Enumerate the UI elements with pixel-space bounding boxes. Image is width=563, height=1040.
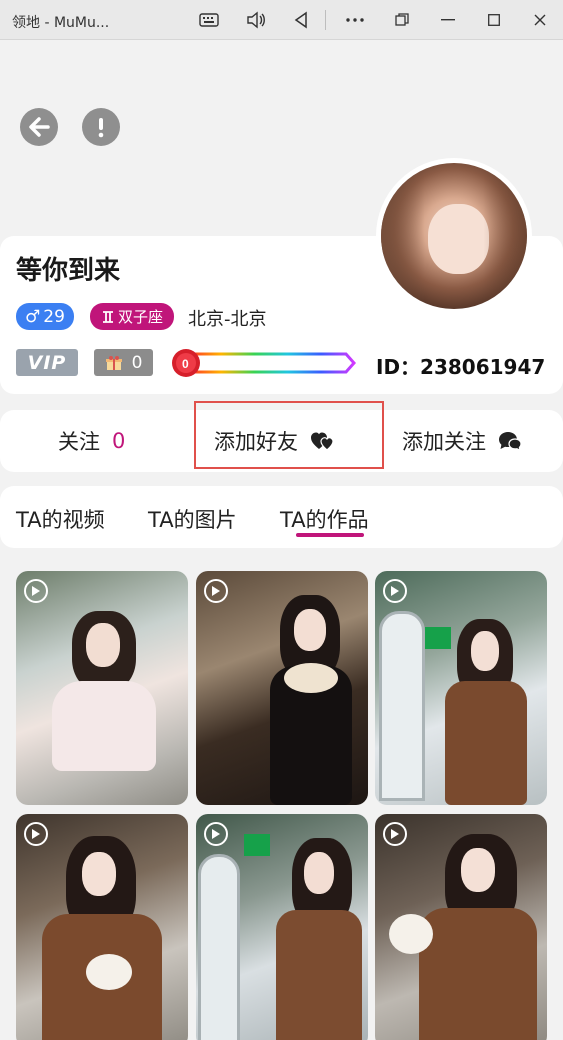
- zodiac-badge: 双子座: [90, 303, 174, 330]
- arrow-left-icon: [29, 117, 50, 137]
- more-icon[interactable]: [343, 8, 367, 32]
- restore-window-icon[interactable]: [390, 8, 414, 32]
- close-icon[interactable]: [528, 8, 552, 32]
- gift-badge: 0: [94, 349, 153, 376]
- play-icon: [204, 822, 228, 846]
- keyboard-icon[interactable]: [197, 8, 221, 32]
- window-titlebar: 领地 - MuMu...: [0, 0, 563, 40]
- minimize-icon[interactable]: [436, 8, 460, 32]
- maximize-icon[interactable]: [482, 8, 506, 32]
- video-thumbnail[interactable]: [375, 571, 547, 805]
- video-thumbnail[interactable]: [196, 571, 368, 805]
- report-button[interactable]: [82, 108, 120, 146]
- video-thumbnail[interactable]: [196, 814, 368, 1040]
- video-thumbnail[interactable]: [375, 814, 547, 1040]
- level-progress-bar: 0: [172, 349, 357, 377]
- tab-videos[interactable]: TA的视频: [16, 504, 105, 534]
- highlight-box: [194, 401, 384, 469]
- chat-bubble-icon: [499, 432, 522, 452]
- gift-count: 0: [131, 352, 143, 373]
- titlebar-divider: [325, 10, 326, 30]
- active-tab-indicator: [296, 533, 364, 537]
- window-title: 领地 - MuMu...: [12, 15, 110, 31]
- level-value: 0: [182, 357, 189, 371]
- play-icon: [383, 822, 407, 846]
- male-icon: ♂: [25, 306, 41, 327]
- follow-label: 关注: [58, 430, 100, 454]
- play-icon: [204, 579, 228, 603]
- follow-stat[interactable]: 关注 0: [58, 426, 125, 456]
- video-thumbnail[interactable]: [16, 571, 188, 805]
- user-id: ID：238061947: [376, 355, 546, 379]
- zodiac-label: 双子座: [117, 308, 163, 326]
- gemini-icon: [102, 310, 113, 323]
- tab-images[interactable]: TA的图片: [148, 504, 237, 534]
- exclamation-icon: [98, 118, 104, 138]
- avatar[interactable]: [376, 158, 532, 314]
- add-follow-label: 添加关注: [402, 430, 486, 454]
- play-icon: [24, 822, 48, 846]
- gender-age-badge: ♂ 29: [16, 303, 74, 330]
- play-icon: [383, 579, 407, 603]
- back-triangle-icon[interactable]: [289, 8, 313, 32]
- follow-count: 0: [112, 429, 126, 453]
- back-button[interactable]: [20, 108, 58, 146]
- location-text: 北京-北京: [188, 309, 267, 330]
- tab-works[interactable]: TA的作品: [280, 504, 369, 534]
- add-follow-button[interactable]: 添加关注: [402, 426, 522, 456]
- vip-badge: VIP: [16, 349, 78, 376]
- age-value: 29: [43, 306, 65, 327]
- volume-icon[interactable]: [244, 8, 268, 32]
- play-icon: [24, 579, 48, 603]
- video-thumbnail[interactable]: [16, 814, 188, 1040]
- gift-icon: [105, 355, 122, 370]
- nickname: 等你到来: [16, 256, 121, 286]
